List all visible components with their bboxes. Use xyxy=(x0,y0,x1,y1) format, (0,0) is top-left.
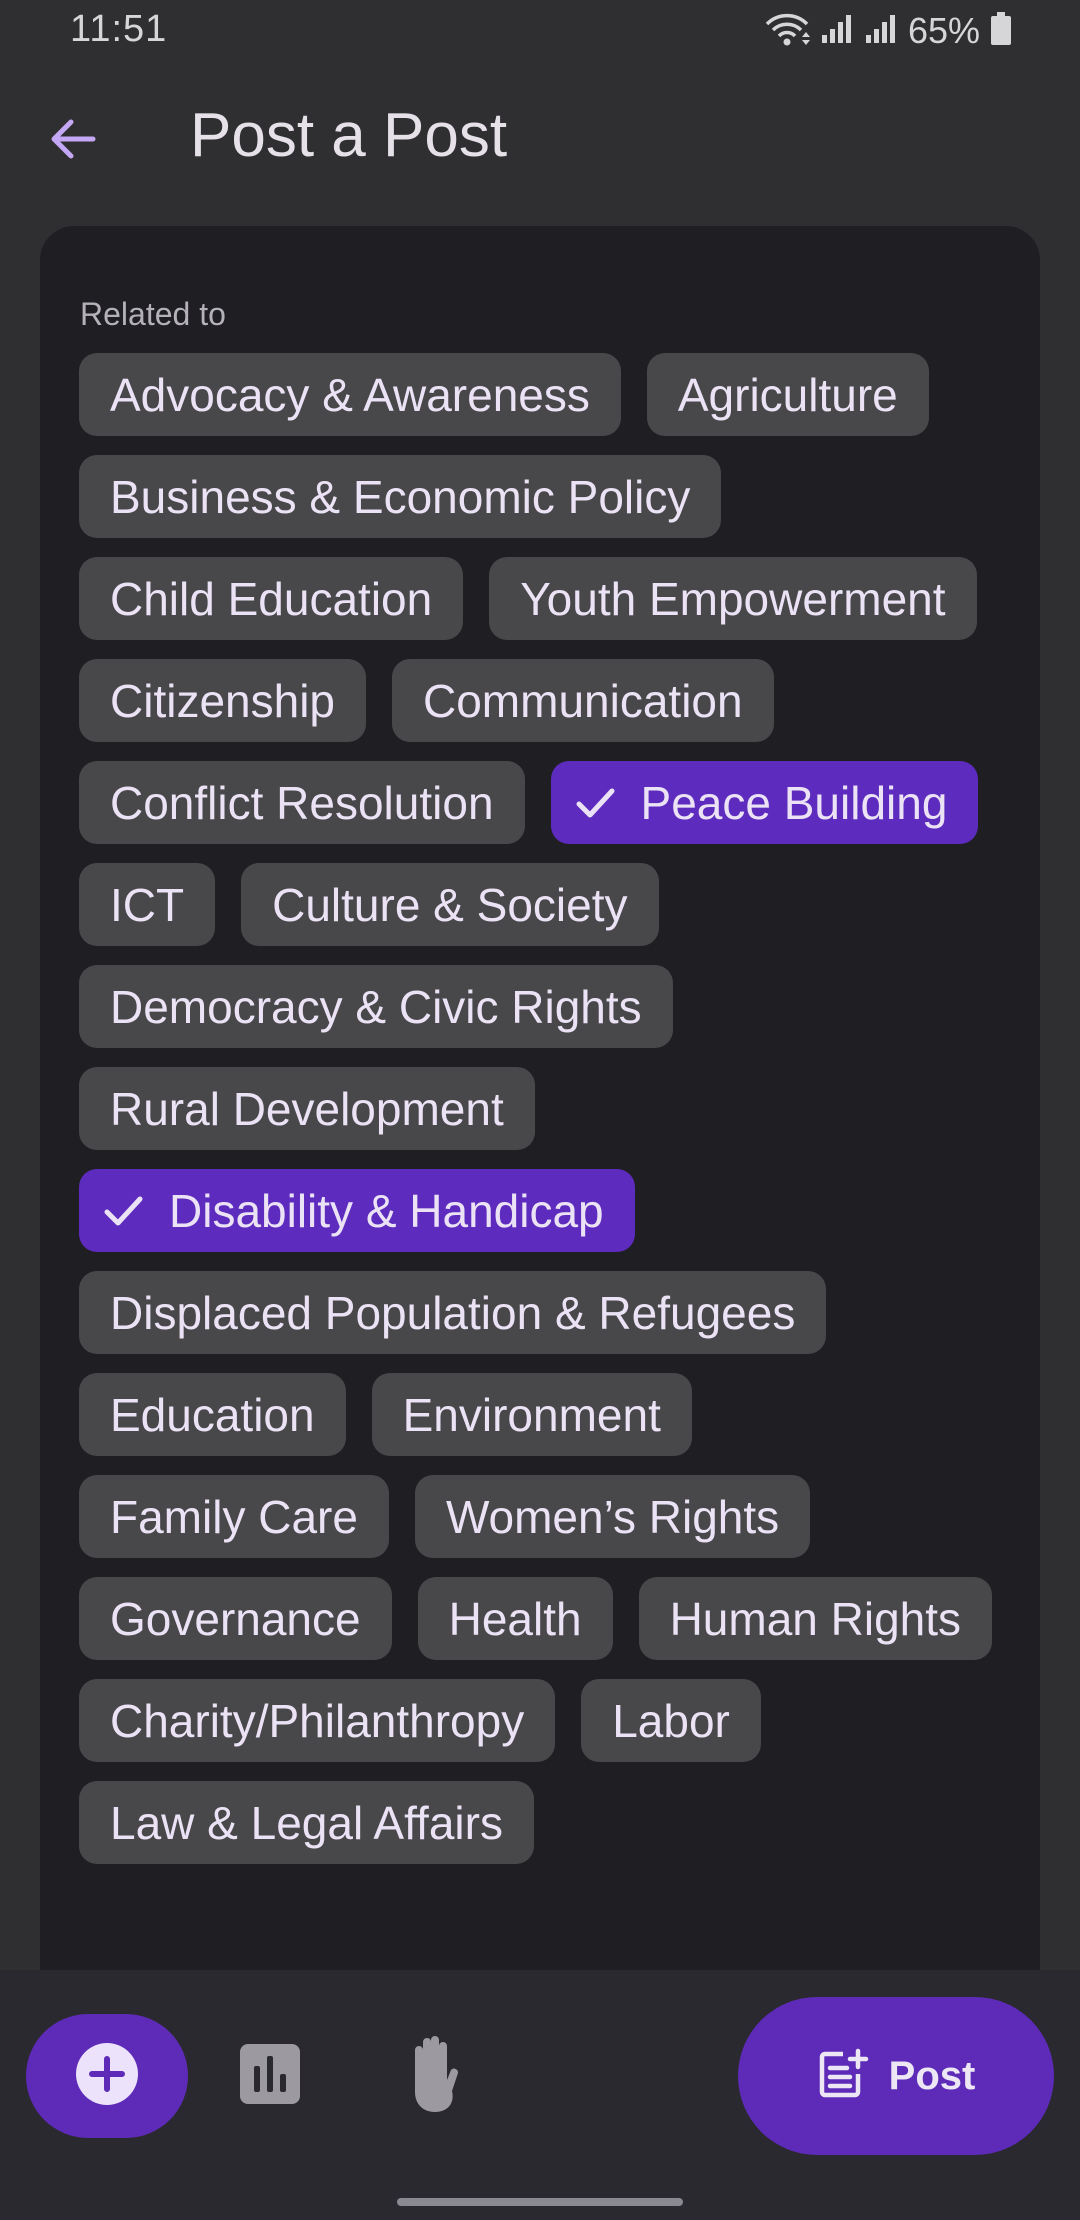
hand-icon xyxy=(405,2034,465,2119)
topic-chip-child-education[interactable]: Child Education xyxy=(79,557,464,640)
topic-chip-label: Human Rights xyxy=(669,1592,962,1645)
topic-chip-communication[interactable]: Communication xyxy=(392,659,774,742)
topic-chip-peace-building[interactable]: Peace Building xyxy=(550,761,979,844)
topic-chip-group: Advocacy & Awareness Agriculture Business … xyxy=(79,353,1019,1864)
topic-chip-label: Displaced Population & Refugees xyxy=(110,1286,796,1339)
add-button[interactable] xyxy=(26,2014,188,2138)
battery-icon xyxy=(990,11,1012,51)
topic-chip-disability-handicap[interactable]: Disability & Handicap xyxy=(79,1169,635,1252)
topic-chip-agriculture[interactable]: Agriculture xyxy=(646,353,929,436)
topic-chip-label: Democracy & Civic Rights xyxy=(110,980,642,1033)
topic-chip-label: Environment xyxy=(402,1388,661,1441)
related-to-label: Related to xyxy=(80,296,226,332)
bar-chart-icon xyxy=(240,2043,300,2109)
topic-chip-education[interactable]: Education xyxy=(79,1373,346,1456)
arrow-back-icon xyxy=(49,118,97,165)
topic-chip-label: Charity/Philanthropy xyxy=(110,1694,525,1747)
status-icons: 65% xyxy=(764,10,1012,52)
post-add-icon xyxy=(817,2048,869,2105)
topic-chip-label: Child Education xyxy=(110,572,433,625)
status-bar: 11:51 65% xyxy=(0,0,1080,68)
topic-chip-conflict-resolution[interactable]: Conflict Resolution xyxy=(79,761,525,844)
topic-chip-label: Education xyxy=(110,1388,315,1441)
check-icon xyxy=(101,1189,145,1233)
raise-hand-button[interactable] xyxy=(387,2028,483,2124)
topic-chip-label: Culture & Society xyxy=(272,878,628,931)
topic-chip-citizenship[interactable]: Citizenship xyxy=(79,659,366,742)
battery-percent: 65% xyxy=(907,10,980,51)
check-icon xyxy=(573,781,617,825)
topic-chip-label: Conflict Resolution xyxy=(110,776,494,829)
topic-chip-label: Health xyxy=(448,1592,582,1645)
related-topics-card: Related to Advocacy & Awareness Agricultu… xyxy=(40,226,1040,2056)
topic-chip-label: Governance xyxy=(110,1592,361,1645)
topic-chip-women-s-rights[interactable]: Women’s Rights xyxy=(414,1475,811,1558)
topic-chip-ict[interactable]: ICT xyxy=(79,863,216,946)
topic-chip-law-legal-affairs[interactable]: Law & Legal Affairs xyxy=(79,1781,534,1864)
topic-chip-culture-society[interactable]: Culture & Society xyxy=(241,863,659,946)
add-circle-icon xyxy=(74,2041,140,2112)
gesture-handle xyxy=(397,2198,683,2206)
wifi-icon xyxy=(764,11,810,52)
bottom-action-bar: Post xyxy=(0,1970,1080,2220)
topic-chip-label: Advocacy & Awareness xyxy=(110,368,590,421)
topic-chip-label: Agriculture xyxy=(677,368,898,421)
topic-chip-health[interactable]: Health xyxy=(417,1577,613,1660)
topic-chip-human-rights[interactable]: Human Rights xyxy=(638,1577,993,1660)
topic-chip-governance[interactable]: Governance xyxy=(79,1577,392,1660)
topic-chip-label: ICT xyxy=(110,878,185,931)
topic-chip-label: Law & Legal Affairs xyxy=(110,1796,503,1849)
signal-icon-2 xyxy=(864,13,898,50)
topic-chip-rural-development[interactable]: Rural Development xyxy=(79,1067,535,1150)
post-button[interactable]: Post xyxy=(738,1997,1054,2155)
topic-chip-label: Business & Economic Policy xyxy=(110,470,691,523)
topic-chip-label: Communication xyxy=(423,674,743,727)
page-title: Post a Post xyxy=(190,101,508,170)
topic-chip-label: Peace Building xyxy=(640,776,948,829)
topic-chip-democracy-civic-rights[interactable]: Democracy & Civic Rights xyxy=(79,965,673,1048)
topic-chip-displaced-population-refugees[interactable]: Displaced Population & Refugees xyxy=(79,1271,827,1354)
post-button-label: Post xyxy=(888,2053,976,2098)
stats-button[interactable] xyxy=(222,2028,318,2124)
signal-icon xyxy=(820,13,854,50)
app-bar: Post a Post xyxy=(0,68,1080,208)
topic-chip-environment[interactable]: Environment xyxy=(371,1373,692,1456)
topic-chip-label: Women’s Rights xyxy=(445,1490,780,1543)
topic-chip-label: Family Care xyxy=(110,1490,358,1543)
topic-chip-youth-empowerment[interactable]: Youth Empowerment xyxy=(489,557,977,640)
topic-chip-family-care[interactable]: Family Care xyxy=(79,1475,389,1558)
back-button[interactable] xyxy=(30,98,116,184)
topic-chip-business-economic-policy[interactable]: Business & Economic Policy xyxy=(79,455,722,538)
topic-chip-labor[interactable]: Labor xyxy=(581,1679,761,1762)
topic-chip-charity-philanthropy[interactable]: Charity/Philanthropy xyxy=(79,1679,556,1762)
topic-chip-label: Youth Empowerment xyxy=(520,572,946,625)
topic-chip-label: Citizenship xyxy=(110,674,335,727)
topic-chip-label: Disability & Handicap xyxy=(169,1184,604,1237)
screen: 11:51 65% Post a Post Related to Advocac… xyxy=(0,0,1080,2220)
topic-chip-label: Rural Development xyxy=(110,1082,504,1135)
topic-chip-label: Labor xyxy=(612,1694,730,1747)
topic-chip-advocacy-awareness[interactable]: Advocacy & Awareness xyxy=(79,353,621,436)
status-time: 11:51 xyxy=(70,8,168,50)
